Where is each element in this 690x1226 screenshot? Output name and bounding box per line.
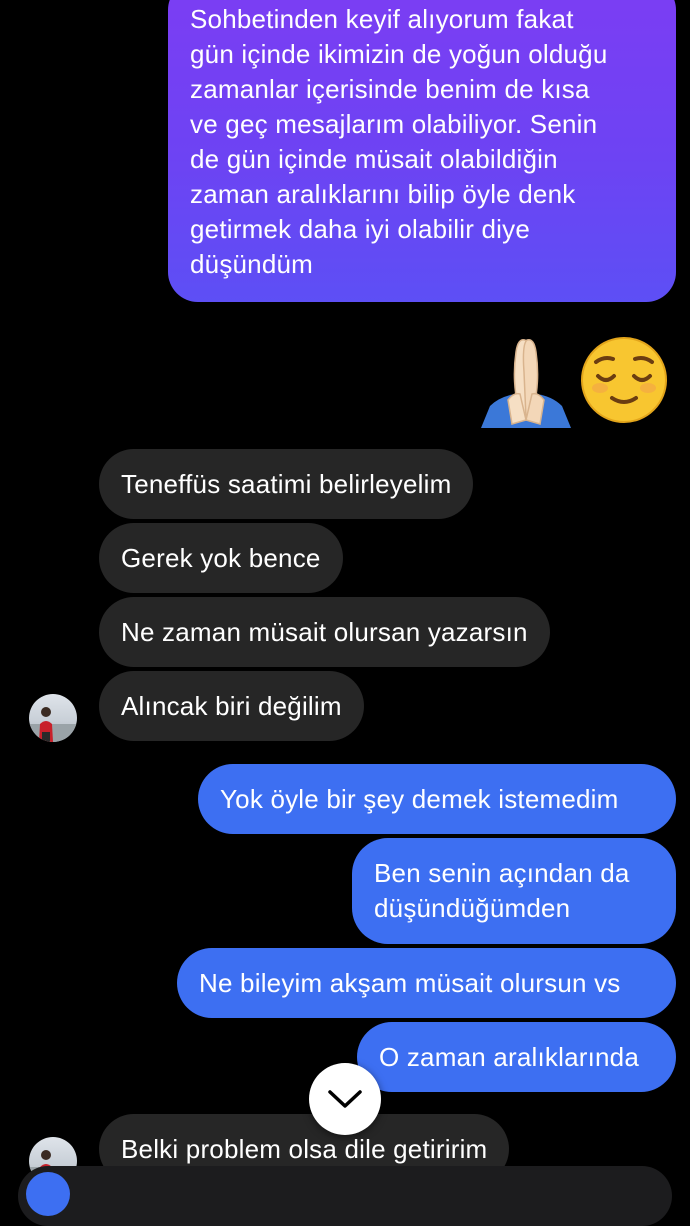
chevron-down-icon bbox=[328, 1090, 362, 1108]
incoming-message[interactable]: Ne zaman müsait olursan yazarsın bbox=[99, 597, 550, 667]
incoming-message[interactable]: Gerek yok bence bbox=[99, 523, 343, 593]
camera-icon[interactable] bbox=[26, 1172, 70, 1216]
outgoing-message[interactable]: Yok öyle bir şey demek istemedim bbox=[198, 764, 676, 834]
outgoing-message-long[interactable]: Sohbetinden keyif alıyorum fakat gün içi… bbox=[168, 0, 676, 302]
outgoing-message[interactable]: Ben senin açından da düşündüğümden bbox=[352, 838, 676, 944]
praying-hands-emoji bbox=[481, 337, 667, 428]
outgoing-message[interactable]: Ne bileyim akşam müsait olursun vs bbox=[177, 948, 676, 1018]
incoming-message[interactable]: Teneffüs saatimi belirleyelim bbox=[99, 449, 474, 519]
outgoing-message[interactable]: O zaman aralıklarında bbox=[357, 1022, 676, 1092]
avatar-photo-icon bbox=[29, 707, 77, 742]
scroll-to-bottom-button[interactable] bbox=[309, 1063, 381, 1135]
message-composer[interactable] bbox=[18, 1166, 672, 1226]
incoming-message[interactable]: Alıncak biri değilim bbox=[99, 671, 364, 741]
contact-avatar[interactable] bbox=[29, 694, 77, 742]
emoji-message[interactable] bbox=[478, 332, 668, 428]
